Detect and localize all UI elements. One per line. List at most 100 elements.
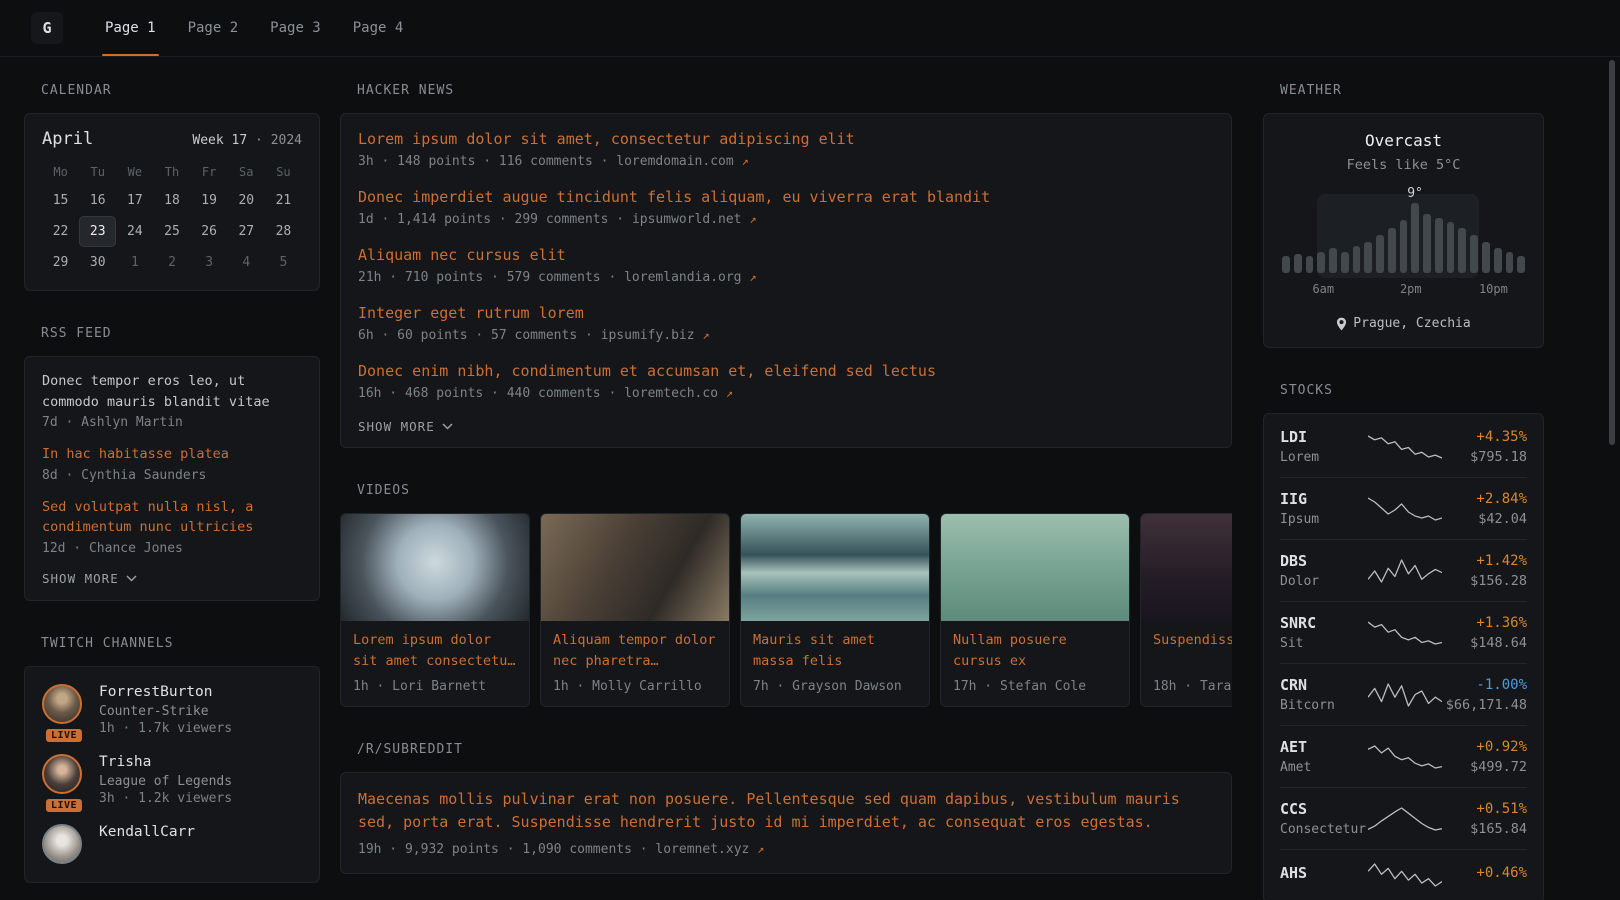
hn-headline[interactable]: Lorem ipsum dolor sit amet, consectetur … bbox=[358, 129, 1214, 149]
video-thumbnail[interactable] bbox=[741, 514, 929, 621]
hn-domain-link[interactable]: ipsumworld.net bbox=[632, 212, 742, 227]
app-logo[interactable]: G bbox=[31, 12, 63, 44]
calendar-day[interactable]: 27 bbox=[228, 216, 265, 247]
day-header: We bbox=[116, 165, 153, 179]
weather-section-title: WEATHER bbox=[1280, 84, 1544, 98]
stock-row[interactable]: LDILorem +4.35%$795.18 bbox=[1280, 416, 1527, 477]
hn-domain-link[interactable]: loremlandia.org bbox=[624, 270, 741, 285]
channel-name[interactable]: ForrestBurton bbox=[99, 684, 232, 700]
calendar-day[interactable]: 17 bbox=[116, 185, 153, 216]
video-thumbnail[interactable] bbox=[541, 514, 729, 621]
video-title[interactable]: Aliquam tempor dolor nec pharetra… bbox=[553, 630, 717, 672]
tab-page-3[interactable]: Page 3 bbox=[254, 0, 337, 56]
video-thumbnail[interactable] bbox=[941, 514, 1129, 621]
weather-condition: Overcast bbox=[1280, 131, 1527, 150]
stock-row[interactable]: IIGIpsum +2.84%$42.04 bbox=[1280, 477, 1527, 539]
stock-price: $156.28 bbox=[1442, 573, 1527, 589]
calendar-day[interactable]: 16 bbox=[79, 185, 116, 216]
rss-headline[interactable]: In hac habitasse platea bbox=[42, 444, 302, 465]
weather-bars bbox=[1282, 203, 1525, 273]
hn-item: Integer eget rutrum lorem 6h · 60 points… bbox=[358, 303, 1214, 344]
twitch-channel-row[interactable]: LIVE ForrestBurton Counter-Strike 1h · 1… bbox=[42, 684, 302, 736]
videos-section: VIDEOS Lorem ipsum dolor sit amet consec… bbox=[340, 484, 1232, 707]
time-label: 10pm bbox=[1479, 282, 1508, 296]
separator-dot: · bbox=[255, 133, 263, 148]
post-domain-link[interactable]: loremnet.xyz bbox=[655, 842, 749, 857]
location-pin-icon bbox=[1336, 317, 1347, 331]
twitch-channel-row[interactable]: KendallCarr bbox=[42, 824, 302, 864]
video-card[interactable]: Lorem ipsum dolor sit amet consectetu… 1… bbox=[340, 513, 530, 707]
rss-headline[interactable]: Donec tempor eros leo, ut commodo mauris… bbox=[42, 371, 302, 412]
calendar-section: CALENDAR April Week 17 · 2024 Mo Tu We T… bbox=[24, 84, 320, 291]
calendar-day[interactable]: 30 bbox=[79, 247, 116, 278]
stock-price: $66,171.48 bbox=[1442, 697, 1527, 713]
channel-name[interactable]: Trisha bbox=[99, 754, 232, 770]
calendar-day[interactable]: 5 bbox=[265, 247, 302, 278]
post-headline[interactable]: Maecenas mollis pulvinar erat non posuer… bbox=[358, 788, 1214, 835]
hn-headline[interactable]: Aliquam nec cursus elit bbox=[358, 245, 1214, 265]
calendar-day[interactable]: 28 bbox=[265, 216, 302, 247]
rss-show-more-button[interactable]: SHOW MORE bbox=[42, 571, 302, 586]
tab-page-1[interactable]: Page 1 bbox=[89, 0, 172, 56]
calendar-day[interactable]: 19 bbox=[191, 185, 228, 216]
avatar bbox=[42, 754, 82, 794]
rss-headline[interactable]: Sed volutpat nulla nisl, a condimentum n… bbox=[42, 497, 302, 538]
stock-row[interactable]: DBSDolor +1.42%$156.28 bbox=[1280, 539, 1527, 601]
hn-domain-link[interactable]: ipsumify.biz bbox=[601, 328, 695, 343]
stock-change: +1.42% bbox=[1442, 553, 1527, 569]
left-column: CALENDAR April Week 17 · 2024 Mo Tu We T… bbox=[24, 84, 320, 900]
calendar-day[interactable]: 29 bbox=[42, 247, 79, 278]
hn-domain-link[interactable]: loremdomain.com bbox=[616, 154, 733, 169]
tab-page-2[interactable]: Page 2 bbox=[172, 0, 255, 56]
stock-name: Dolor bbox=[1280, 574, 1368, 589]
stock-price: $148.64 bbox=[1442, 635, 1527, 651]
calendar-day[interactable]: 1 bbox=[116, 247, 153, 278]
calendar-day-selected[interactable]: 23 bbox=[79, 216, 116, 247]
scrollbar-thumb[interactable] bbox=[1609, 60, 1615, 445]
calendar-day[interactable]: 22 bbox=[42, 216, 79, 247]
stock-row[interactable]: SNRCSit +1.36%$148.64 bbox=[1280, 601, 1527, 663]
video-title[interactable]: Mauris sit amet massa felis bbox=[753, 630, 917, 672]
calendar-day[interactable]: 26 bbox=[191, 216, 228, 247]
calendar-day[interactable]: 18 bbox=[153, 185, 190, 216]
video-title[interactable]: Lorem ipsum dolor sit amet consectetu… bbox=[353, 630, 517, 672]
stock-row[interactable]: CRNBitcorn -1.00%$66,171.48 bbox=[1280, 663, 1527, 725]
post-meta: 19h · 9,932 points · 1,090 comments · lo… bbox=[358, 841, 1214, 858]
stocks-section: STOCKS LDILorem +4.35%$795.18 IIGIpsum +… bbox=[1263, 384, 1544, 900]
video-card[interactable]: Aliquam tempor dolor nec pharetra… 1h · … bbox=[540, 513, 730, 707]
weather-section: WEATHER Overcast Feels like 5°C 9° 6am 2… bbox=[1263, 84, 1544, 348]
calendar-day[interactable]: 15 bbox=[42, 185, 79, 216]
twitch-channel-row[interactable]: LIVE Trisha League of Legends 3h · 1.2k … bbox=[42, 754, 302, 806]
video-card[interactable]: Mauris sit amet massa felis 7h · Grayson… bbox=[740, 513, 930, 707]
video-meta: 1h · Lori Barnett bbox=[353, 679, 517, 694]
video-thumbnail[interactable] bbox=[341, 514, 529, 621]
video-card[interactable]: Suspendisse diam 18h · Tara bbox=[1140, 513, 1232, 707]
video-title[interactable]: Nullam posuere cursus ex bbox=[953, 630, 1117, 672]
hn-headline[interactable]: Integer eget rutrum lorem bbox=[358, 303, 1214, 323]
hn-headline[interactable]: Donec enim nibh, condimentum et accumsan… bbox=[358, 361, 1214, 381]
show-more-label: SHOW MORE bbox=[42, 571, 119, 586]
stock-row[interactable]: AETAmet +0.92%$499.72 bbox=[1280, 725, 1527, 787]
stock-sparkline bbox=[1368, 744, 1442, 770]
hn-meta: 6h · 60 points · 57 comments · ipsumify.… bbox=[358, 327, 1214, 344]
hn-show-more-button[interactable]: SHOW MORE bbox=[358, 419, 1214, 434]
calendar-day[interactable]: 24 bbox=[116, 216, 153, 247]
calendar-day[interactable]: 20 bbox=[228, 185, 265, 216]
calendar-day[interactable]: 21 bbox=[265, 185, 302, 216]
video-card[interactable]: Nullam posuere cursus ex 17h · Stefan Co… bbox=[940, 513, 1130, 707]
channel-name[interactable]: KendallCarr bbox=[99, 824, 195, 840]
calendar-day[interactable]: 2 bbox=[153, 247, 190, 278]
video-title[interactable]: Suspendisse diam bbox=[1153, 630, 1232, 672]
video-thumbnail[interactable] bbox=[1141, 514, 1232, 621]
tab-page-4[interactable]: Page 4 bbox=[337, 0, 420, 56]
calendar-day[interactable]: 4 bbox=[228, 247, 265, 278]
stock-row[interactable]: AHS +0.46% bbox=[1280, 849, 1527, 900]
hn-domain-link[interactable]: loremtech.co bbox=[624, 386, 718, 401]
live-badge: LIVE bbox=[46, 799, 82, 812]
calendar-widget: April Week 17 · 2024 Mo Tu We Th Fr Sa S… bbox=[24, 113, 320, 291]
dashboard: CALENDAR April Week 17 · 2024 Mo Tu We T… bbox=[0, 57, 1620, 900]
calendar-day[interactable]: 3 bbox=[191, 247, 228, 278]
calendar-day[interactable]: 25 bbox=[153, 216, 190, 247]
stock-row[interactable]: CCSConsectetur +0.51%$165.84 bbox=[1280, 787, 1527, 849]
hn-headline[interactable]: Donec imperdiet augue tincidunt felis al… bbox=[358, 187, 1214, 207]
